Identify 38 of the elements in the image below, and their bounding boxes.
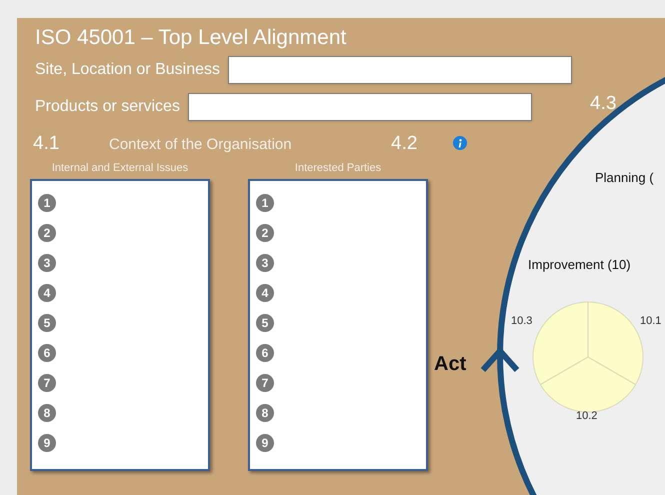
phase-label: Improvement (10) [528,256,631,274]
number-badge: 1 [38,194,56,212]
number-badge: 9 [38,434,56,452]
list-box[interactable]: 1 2 3 4 5 6 7 8 9 [248,179,428,471]
number-badge: 2 [38,224,56,242]
list-heading: Internal and External Issues [52,161,188,176]
number-badge: 9 [256,434,274,452]
section-title: Context of the Organisation [109,134,293,154]
list-box[interactable]: 1 2 3 4 5 6 7 8 9 [30,179,210,471]
number-badge: 6 [256,344,274,362]
field-label: Site, Location or Business [35,60,220,80]
info-icon[interactable] [453,136,468,150]
number-badge: 7 [38,374,56,392]
number-badge: 8 [38,404,56,422]
section-number: 4.1 [33,132,60,156]
number-badge: 3 [38,254,56,272]
section-number: 4.2 [391,132,418,156]
number-badge: 2 [256,224,274,242]
clause-label: 10.2 [576,409,598,424]
number-badge: 8 [256,404,274,422]
cycle-label: Act [434,352,466,377]
number-badge: 7 [256,374,274,392]
field-label: Products or services [35,97,180,117]
section-number: 4.3 [590,92,616,116]
input-field[interactable] [188,93,532,121]
page-title: ISO 45001 – Top Level Alignment [35,25,348,51]
number-badge: 5 [256,314,274,332]
number-badge: 5 [38,314,56,332]
number-badge: 6 [38,344,56,362]
list-heading: Interested Parties [294,161,382,176]
number-badge: 4 [256,284,274,302]
number-badge: 4 [38,284,56,302]
phase-label: Planning ( [595,169,654,187]
number-badge: 3 [256,254,274,272]
clause-label: 10.3 [511,314,532,329]
input-field[interactable] [228,56,572,84]
clause-label: 10.1 [640,314,662,329]
number-badge: 1 [256,194,274,212]
